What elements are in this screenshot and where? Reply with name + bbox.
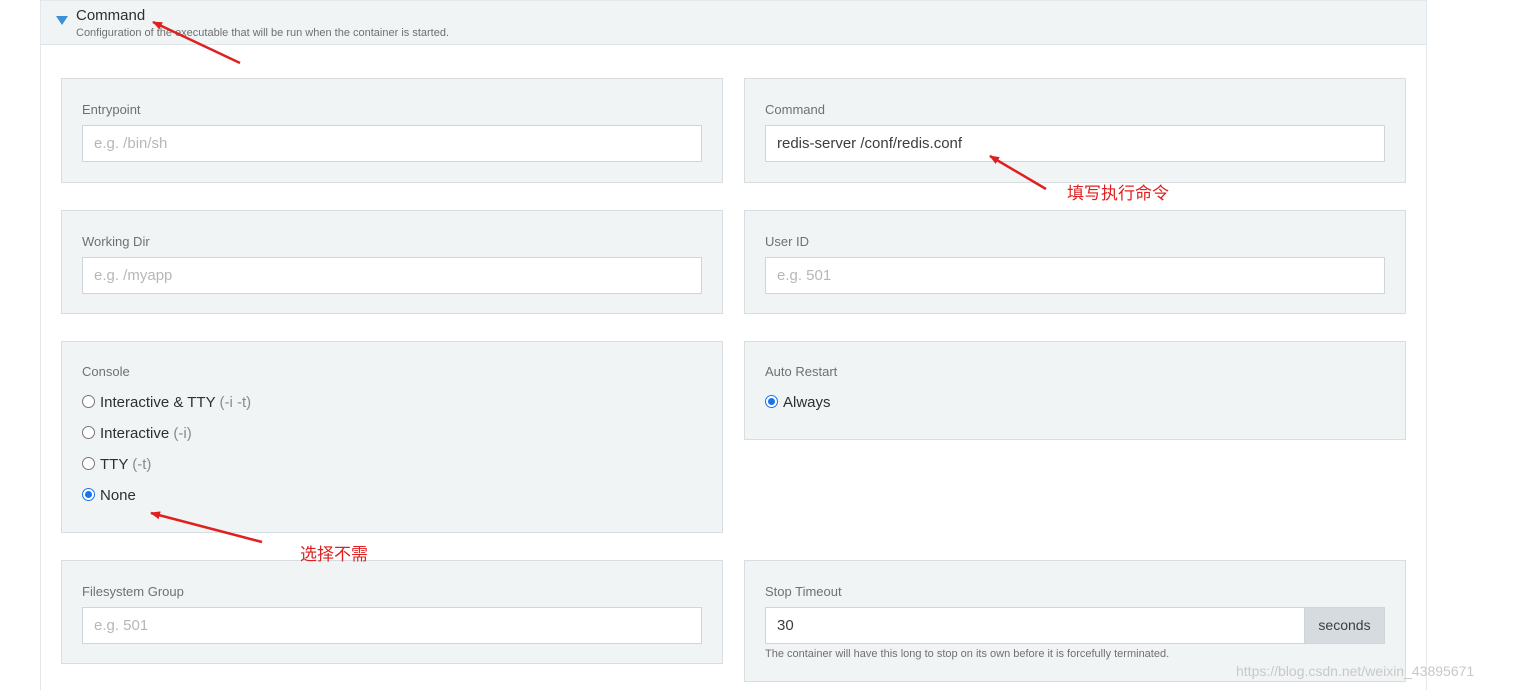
seconds-addon: seconds — [1305, 607, 1385, 644]
radio-selected-icon[interactable] — [765, 395, 778, 408]
console-option-none[interactable]: None — [82, 486, 136, 506]
option-hint: (-t) — [132, 456, 152, 473]
annotation-command-note: 填写执行命令 — [1067, 184, 1169, 203]
auto-restart-label: Auto Restart — [765, 364, 838, 379]
filesystem-group-label: Filesystem Group — [82, 584, 184, 599]
annotation-console-note: 选择不需 — [300, 545, 368, 564]
working-dir-label: Working Dir — [82, 234, 150, 249]
entrypoint-label: Entrypoint — [82, 102, 141, 117]
stop-timeout-label: Stop Timeout — [765, 584, 842, 599]
section-title: Command — [76, 7, 146, 24]
collapse-caret-icon[interactable] — [56, 16, 68, 25]
user-id-input[interactable]: e.g. 501 — [765, 257, 1385, 294]
console-label: Console — [82, 364, 130, 379]
entrypoint-panel: Entrypoint e.g. /bin/sh — [61, 78, 723, 183]
command-input[interactable]: redis-server /conf/redis.conf — [765, 125, 1385, 162]
stop-timeout-input[interactable]: 30 — [765, 607, 1305, 644]
console-option-tty[interactable]: TTY (-t) — [82, 455, 151, 475]
option-label: Interactive — [100, 425, 170, 442]
console-option-interactive-tty[interactable]: Interactive & TTY (-i -t) — [82, 393, 251, 413]
auto-restart-option-always[interactable]: Always — [765, 393, 831, 413]
radio-selected-icon[interactable] — [82, 488, 95, 501]
entrypoint-input[interactable]: e.g. /bin/sh — [82, 125, 702, 162]
auto-restart-panel: Auto Restart Always — [744, 341, 1406, 440]
section-header[interactable]: Command Configuration of the executable … — [41, 0, 1426, 45]
command-panel: Command redis-server /conf/redis.conf — [744, 78, 1406, 183]
working-dir-input[interactable]: e.g. /myapp — [82, 257, 702, 294]
stop-timeout-help: The container will have this long to sto… — [765, 648, 1170, 660]
user-id-panel: User ID e.g. 501 — [744, 210, 1406, 314]
option-label: None — [100, 487, 136, 504]
radio-icon[interactable] — [82, 395, 95, 408]
section-subtitle: Configuration of the executable that wil… — [76, 27, 450, 39]
filesystem-group-input[interactable]: e.g. 501 — [82, 607, 702, 644]
option-label: Interactive & TTY — [100, 394, 216, 411]
option-label: TTY — [100, 456, 129, 473]
option-hint: (-i -t) — [219, 394, 252, 411]
console-panel: Console Interactive & TTY (-i -t) Intera… — [61, 341, 723, 533]
watermark-text: https://blog.csdn.net/weixin_43895671 — [1236, 663, 1475, 679]
radio-icon[interactable] — [82, 457, 95, 470]
filesystem-group-panel: Filesystem Group e.g. 501 — [61, 560, 723, 664]
radio-icon[interactable] — [82, 426, 95, 439]
working-dir-panel: Working Dir e.g. /myapp — [61, 210, 723, 314]
option-label: Always — [783, 394, 831, 411]
console-option-interactive[interactable]: Interactive (-i) — [82, 424, 192, 444]
user-id-label: User ID — [765, 234, 810, 249]
option-hint: (-i) — [173, 425, 192, 442]
command-label: Command — [765, 102, 825, 117]
